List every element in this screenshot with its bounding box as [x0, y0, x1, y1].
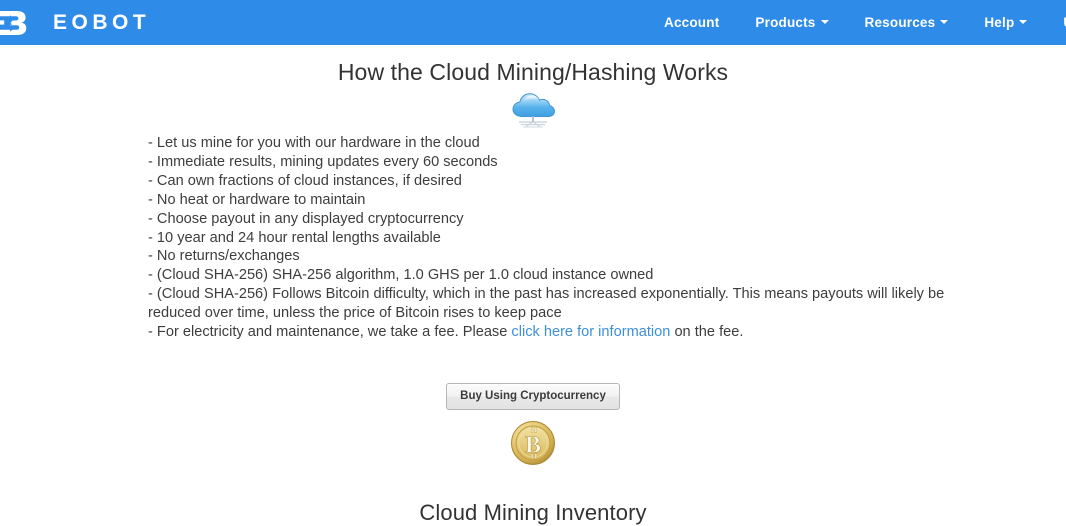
list-item: - Let us mine for you with our hardware …: [148, 135, 480, 151]
nav-item-account-label: Account: [664, 15, 720, 30]
list-item-fee: - For electricity and maintenance, we ta…: [148, 323, 1066, 342]
nav-item-help[interactable]: Help: [966, 0, 1045, 45]
nav-item-products[interactable]: Products: [737, 0, 846, 45]
nav-item-resources[interactable]: Resources: [847, 0, 967, 45]
list-item: - (Cloud SHA-256) Follows Bitcoin diffic…: [148, 286, 945, 322]
chevron-down-icon: [940, 20, 949, 25]
nav-item-products-label: Products: [755, 15, 816, 30]
buy-using-cryptocurrency-button[interactable]: Buy Using Cryptocurrency: [446, 382, 620, 410]
page-title: How the Cloud Mining/Hashing Works: [337, 59, 729, 85]
list-item: - 10 year and 24 hour rental lengths ava…: [148, 229, 441, 246]
bitcoin-icon-container: B: [0, 420, 1066, 472]
list-item: - (Cloud SHA-256) SHA-256 algorithm, 1.0…: [148, 267, 654, 284]
fee-text-suffix: on the fee.: [670, 324, 744, 341]
fee-information-link[interactable]: click here for information: [511, 324, 670, 340]
list-item: - Immediate results, mining updates ever…: [148, 153, 498, 170]
nav-item-resources-label: Resources: [864, 15, 936, 30]
nav-item-account[interactable]: Account: [646, 0, 737, 45]
page-content: How the Cloud Mining/Hashing Works - Let…: [0, 45, 1066, 526]
top-navbar: EOBOT Account Products Resources Help Us…: [0, 0, 1066, 45]
bitcoin-coin-icon: B: [511, 420, 555, 465]
cloud-computing-icon: [512, 93, 556, 128]
chevron-down-icon: [820, 20, 829, 25]
nav-item-help-label: Help: [984, 15, 1015, 30]
nav-links: Account Products Resources Help User: [646, 0, 1066, 45]
nav-item-user[interactable]: User: [1045, 0, 1066, 45]
brand-text: EOBOT: [53, 10, 151, 34]
list-item: - Can own fractions of cloud instances, …: [148, 172, 462, 189]
list-item: - Choose payout in any displayed cryptoc…: [148, 210, 464, 227]
chevron-down-icon: [1019, 20, 1028, 25]
list-item: - No heat or hardware to maintain: [148, 191, 366, 208]
brand-logo[interactable]: EOBOT: [0, 0, 150, 45]
fee-text-prefix: - For electricity and maintenance, we ta…: [148, 324, 512, 341]
list-item: - No returns/exchanges: [148, 248, 300, 265]
buy-button-container: Buy Using Cryptocurrency: [0, 382, 1066, 410]
feature-list: - Let us mine for you with our hardware …: [0, 134, 1066, 342]
eobot-eb-logo-icon: [0, 10, 27, 35]
cloud-icon-container: [0, 90, 1066, 134]
